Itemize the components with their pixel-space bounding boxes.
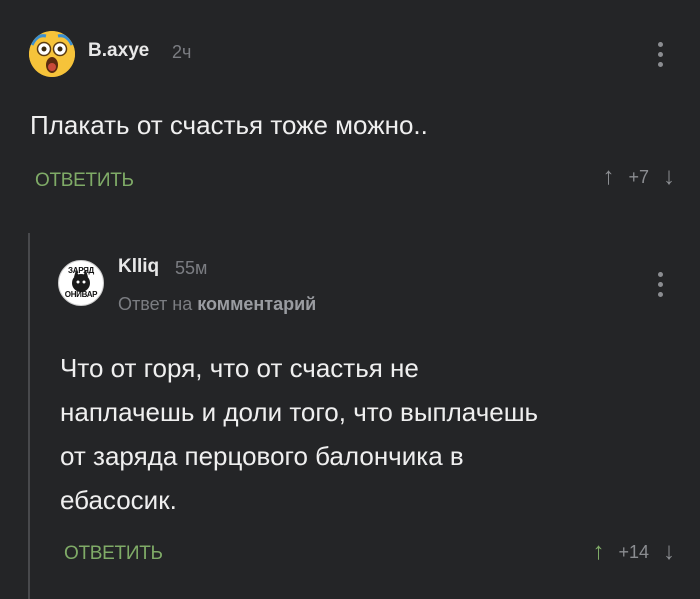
- comment: В.ахуе 2ч Плакать от счастья тоже можно.…: [0, 0, 700, 215]
- reply-button[interactable]: ОТВЕТИТЬ: [35, 170, 134, 192]
- avatar[interactable]: ЗАРЯД ОНИВАР: [58, 260, 104, 306]
- reply-button[interactable]: ОТВЕТИТЬ: [64, 543, 163, 565]
- screaming-face-icon: [29, 31, 75, 77]
- comment-text: Плакать от счастья тоже можно..: [30, 110, 428, 140]
- vote-controls: ↑ +7 ↓: [602, 165, 675, 189]
- rating-count: +14: [618, 541, 649, 562]
- more-options-icon[interactable]: [656, 272, 664, 297]
- avatar[interactable]: [29, 31, 75, 77]
- author-name[interactable]: В.ахуе: [88, 40, 149, 62]
- comment-time: 55м: [175, 258, 208, 278]
- downvote-arrow-icon[interactable]: ↓: [663, 540, 675, 564]
- reply-comment: ЗАРЯД ОНИВАР Klliq 55м Ответ на коммента…: [0, 215, 700, 599]
- comment-text: Что от горя, что от счастья не наплачешь…: [60, 353, 539, 515]
- comment-time: 2ч: [172, 42, 192, 62]
- upvote-arrow-icon[interactable]: ↑: [602, 165, 614, 189]
- author-name[interactable]: Klliq: [118, 256, 159, 278]
- avatar-text-bottom: ОНИВАР: [64, 290, 98, 299]
- upvote-arrow-icon[interactable]: ↑: [592, 540, 604, 564]
- vote-controls: ↑ +14 ↓: [592, 540, 675, 564]
- downvote-arrow-icon[interactable]: ↓: [663, 165, 675, 189]
- reply-to-prefix: Ответ на: [118, 294, 193, 314]
- more-options-icon[interactable]: [656, 42, 664, 67]
- rating-count: +7: [628, 166, 649, 187]
- reply-to-label: Ответ на комментарий: [118, 294, 316, 315]
- reply-to-link[interactable]: комментарий: [197, 294, 316, 314]
